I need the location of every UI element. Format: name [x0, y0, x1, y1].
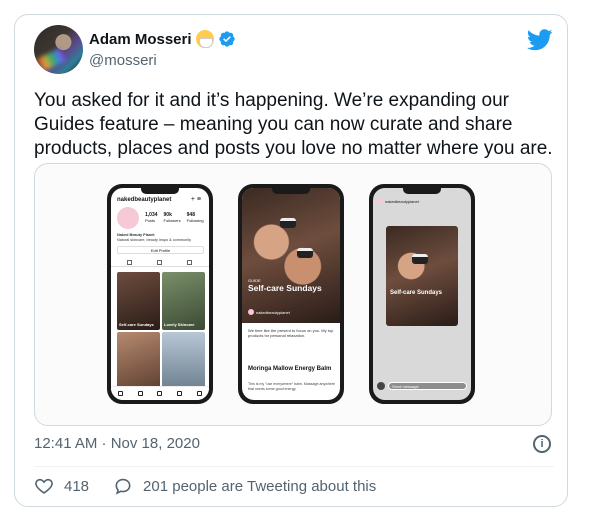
heart-icon — [35, 478, 53, 494]
author-handle[interactable]: @mosseri — [89, 52, 157, 69]
send-message-field: Send message — [388, 381, 467, 390]
profile-logo — [117, 207, 139, 229]
like-button[interactable]: 418 — [34, 476, 89, 496]
guides-grid: Self-care Sundays Lovely Skincare — [117, 272, 205, 390]
camera-icon — [377, 381, 385, 390]
guide-hero-image — [242, 188, 340, 323]
tweet-text: You asked for it and it’s happening. We’… — [34, 90, 553, 159]
twitter-bird-icon[interactable] — [527, 29, 553, 51]
guide-account: nakedbeautyplanet — [248, 309, 290, 315]
tweeting-about-text: 201 people are Tweeting about this — [143, 477, 377, 495]
phone-guide-mockup: GUIDE Self-care Sundays nakedbeautyplane… — [238, 184, 344, 404]
divider — [34, 466, 554, 467]
info-icon[interactable]: i — [533, 435, 551, 453]
author-name-row: Adam Mosseri — [89, 30, 236, 48]
profile-bio: Naked Beauty Planet Natural skincare, be… — [117, 233, 192, 242]
bottom-nav — [111, 386, 209, 400]
avatar[interactable] — [34, 25, 83, 74]
story-reply-bar: Send message — [377, 381, 467, 390]
story-post-image: Self-care Sundays — [386, 226, 458, 326]
speech-bubble-icon — [115, 478, 131, 495]
guide-body: We time like the present to focus on you… — [248, 328, 334, 338]
phone-profile-mockup: nakedbeautyplanet + ≡ 1,034 Posts 90k Foll… — [107, 184, 213, 404]
like-count: 418 — [64, 477, 90, 495]
story-account: nakedbeautyplanet — [377, 198, 419, 204]
new-post-icon: + ≡ — [190, 196, 201, 203]
story-post-title: Self-care Sundays — [390, 290, 443, 296]
verified-badge-icon — [218, 31, 235, 47]
author-name[interactable]: Adam Mosseri — [89, 31, 192, 48]
media-image[interactable]: nakedbeautyplanet + ≡ 1,034 Posts 90k Foll… — [34, 163, 552, 426]
guide-item-body: This is my "use everywhere" balm. Massag… — [248, 382, 336, 391]
mask-emoji-icon — [195, 30, 214, 48]
guide-title: Self-care Sundays — [248, 283, 322, 293]
profile-username: nakedbeautyplanet — [117, 197, 172, 203]
profile-tabs — [111, 259, 209, 267]
tweet-card: Adam Mosseri @mosseri You asked for it a… — [14, 14, 568, 507]
phone-story-mockup: nakedbeautyplanet Self-care Sundays Send… — [369, 184, 475, 404]
reply-button[interactable]: 201 people are Tweeting about this — [113, 476, 376, 496]
tweet-timestamp[interactable]: 12:41 AM · Nov 18, 2020 — [34, 435, 200, 452]
guide-item-title: Moringa Mallow Energy Balm — [248, 366, 332, 372]
tweet-actions: 418 201 people are Tweeting about this — [34, 476, 376, 496]
edit-profile-button: Edit Profile — [117, 246, 204, 254]
profile-stats: 1,034 Posts 90k Followers 948 Following — [145, 212, 204, 223]
